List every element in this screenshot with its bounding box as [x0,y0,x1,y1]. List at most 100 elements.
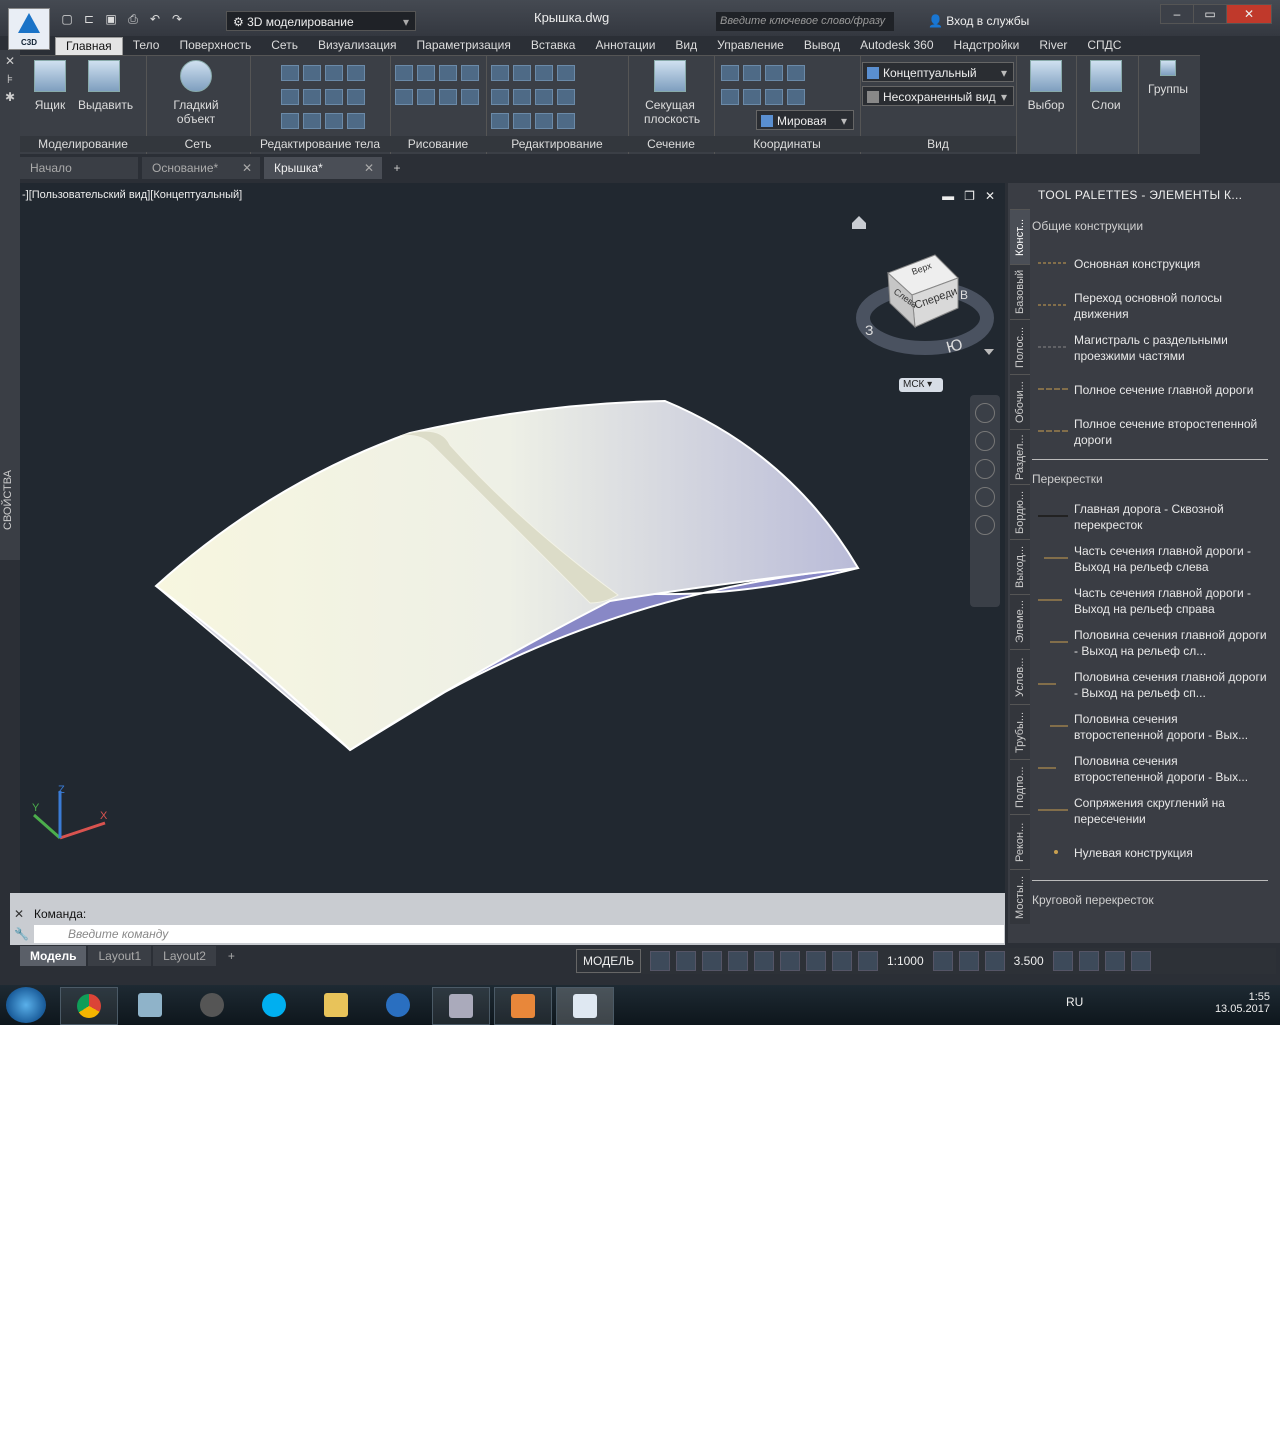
isolate-icon[interactable] [1052,951,1073,971]
palette-tab[interactable]: Трубы... [1010,704,1030,759]
add-layout-button[interactable]: + [218,946,245,966]
panel-title-draw[interactable]: Рисование [390,136,486,152]
interfere-icon[interactable] [303,89,321,105]
app-menu-button[interactable]: C3D [8,8,50,50]
tab-output[interactable]: Вывод [794,37,850,55]
intersect-icon[interactable] [281,113,299,129]
taskbar-tool[interactable] [432,987,490,1025]
settings-icon[interactable]: ✱ [0,90,20,104]
ucs-select[interactable]: Мировая ▾ [756,110,854,130]
close-icon[interactable]: ✕ [242,157,252,179]
pan-icon[interactable] [975,431,995,451]
close-icon[interactable]: ✕ [364,157,374,179]
union-icon[interactable] [281,65,299,81]
palette-item[interactable]: Переход основной полосы движения [1032,285,1268,327]
compass-west-label[interactable]: З [865,322,873,338]
doc-tab-base[interactable]: Основание* ✕ [142,157,260,179]
move-icon[interactable] [491,65,509,81]
taskbar-explorer[interactable] [308,987,364,1023]
line-icon[interactable] [461,65,479,81]
fillet-icon[interactable] [535,113,553,129]
palette-item[interactable]: Полное сечение второстепенной дороги [1032,411,1268,453]
tab-spds[interactable]: СПДС [1077,37,1131,55]
close-icon[interactable]: ✕ [0,54,20,68]
print-icon[interactable]: ⎙ [124,11,142,27]
compass-east-label[interactable]: В [960,288,968,302]
taskbar-skype[interactable] [246,987,302,1023]
osnap-icon[interactable] [779,951,800,971]
extract-icon[interactable] [347,113,365,129]
tab-home[interactable]: Главная [55,37,123,56]
palette-item[interactable]: Основная конструкция [1032,243,1268,285]
showmotion-icon[interactable] [975,515,995,535]
ucs-3point-icon[interactable] [765,89,783,105]
rotate-icon[interactable] [513,65,531,81]
palette-item[interactable]: Часть сечения главной дороги - Выход на … [1032,580,1268,622]
palette-item[interactable]: Половина сечения главной дороги - Выход … [1032,664,1268,706]
orbit-icon[interactable] [975,487,995,507]
panel-title-section[interactable]: Сечение [628,136,714,152]
polygon-icon[interactable] [395,89,413,105]
palette-tab[interactable]: Элеме... [1010,594,1030,649]
palette-tab[interactable]: Раздел... [1010,429,1030,484]
palette-item[interactable]: Половина сечения второстепенной дороги -… [1032,748,1268,790]
explode-icon[interactable] [557,113,575,129]
palette-item[interactable]: Половина сечения второстепенной дороги -… [1032,706,1268,748]
palette-title[interactable]: TOOL PALETTES - ЭЛЕМЕНТЫ К... [1038,188,1242,202]
extrude-button[interactable]: Выдавить [78,60,133,112]
slice-icon[interactable] [303,65,321,81]
polyline-icon[interactable] [395,65,413,81]
taskbar-media[interactable] [184,987,240,1023]
palette-tab[interactable]: Обочи... [1010,374,1030,429]
palette-tab[interactable]: Подпо... [1010,759,1030,814]
taskbar-ccleaner[interactable] [370,987,426,1023]
copy-icon[interactable] [535,65,553,81]
steering-wheel-icon[interactable] [975,403,995,423]
doc-tab-lid[interactable]: Крышка* ✕ [264,157,382,179]
ucs-origin-icon[interactable] [743,89,761,105]
stretch-icon[interactable] [513,89,531,105]
palette-tab[interactable]: Бордю... [1010,484,1030,539]
palette-tab[interactable]: Рекон... [1010,814,1030,869]
language-indicator[interactable]: RU [1066,995,1083,1009]
array-icon[interactable] [557,89,575,105]
selection-button[interactable]: Выбор [1020,60,1072,112]
customize-menu-icon[interactable] [1130,951,1151,971]
tab-surface[interactable]: Поверхность [169,37,261,55]
properties-label[interactable]: СВОЙСТВА [2,470,14,530]
annotation-scale[interactable]: 1:1000 [887,954,924,968]
3d-osnap-icon[interactable] [805,951,826,971]
panel-title-mesh[interactable]: Сеть [146,136,250,152]
panel-title-modify[interactable]: Редактирование [486,136,628,152]
trim-icon[interactable] [557,65,575,81]
shell-icon[interactable] [325,65,343,81]
command-input[interactable]: Введите команду [34,925,1004,943]
panel-title-view[interactable]: Вид [860,136,1016,152]
imprint-icon[interactable] [303,113,321,129]
palette-item[interactable]: Полное сечение главной дороги [1032,369,1268,411]
snap-icon[interactable] [675,951,696,971]
signin-button[interactable]: 👤 Вход в службы [928,14,1029,28]
fillet-edge-icon[interactable] [325,113,343,129]
tab-parametric[interactable]: Параметризация [407,37,521,55]
ucs-icon[interactable] [721,65,739,81]
subtract-icon[interactable] [281,89,299,105]
panel-title-coordinates[interactable]: Координаты [714,136,860,152]
scale-icon[interactable] [535,89,553,105]
taskbar-chrome[interactable] [60,987,118,1025]
ucs-z-icon[interactable] [787,65,805,81]
tab-insert[interactable]: Вставка [521,37,586,55]
taper-icon[interactable] [325,89,343,105]
ucs-menu-button[interactable]: МСК ▾ [899,378,943,392]
ortho-icon[interactable] [701,951,722,971]
tab-model[interactable]: Модель [20,946,87,966]
home-icon[interactable] [852,216,866,229]
grid-icon[interactable] [649,951,670,971]
tab-visualize[interactable]: Визуализация [308,37,407,55]
workspace-select[interactable]: ⚙ 3D моделирование ▾ [226,11,416,31]
palette-item[interactable]: Главная дорога - Сквозной перекресток [1032,496,1268,538]
ucs-world-icon[interactable] [721,89,739,105]
palette-tab[interactable]: Мосты... [1010,869,1030,924]
new-tab-button[interactable]: + [386,157,408,179]
clean-screen-icon[interactable] [1104,951,1125,971]
